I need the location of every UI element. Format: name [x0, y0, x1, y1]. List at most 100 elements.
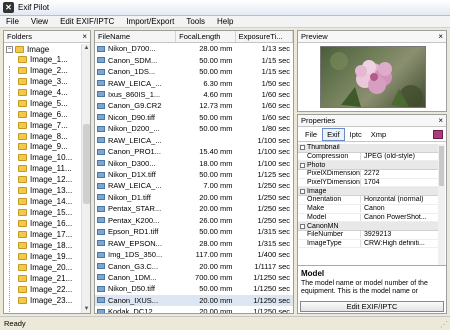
folders-close-icon[interactable]: ×: [82, 32, 87, 41]
table-row[interactable]: Nikon_D1X.tiff 50.00 mm 1/125 sec: [95, 169, 293, 180]
table-row[interactable]: Canon_1DS... 50.00 mm 1/15 sec: [95, 66, 293, 77]
folders-scrollbar[interactable]: ▲ ▼: [81, 44, 90, 313]
collapse-icon[interactable]: [300, 188, 305, 194]
property-row[interactable]: Orientation Horizontal (normal): [298, 196, 438, 205]
scroll-up-icon[interactable]: ▲: [82, 44, 90, 53]
collapse-icon[interactable]: [300, 223, 305, 229]
column-focallength[interactable]: FocalLength: [176, 31, 236, 42]
folder-item[interactable]: Image_19...: [4, 251, 82, 262]
table-row[interactable]: Nikon_D50.tiff 50.00 mm 1/1250 sec: [95, 283, 293, 294]
property-row[interactable]: Model Canon PowerShot...: [298, 213, 438, 223]
property-value[interactable]: Canon PowerShot...: [360, 213, 438, 221]
folder-item[interactable]: Image_12...: [4, 174, 82, 185]
property-value[interactable]: 2272: [360, 170, 438, 178]
folder-item[interactable]: Image_5...: [4, 98, 82, 109]
table-row[interactable]: Nikon_D200_... 50.00 mm 1/80 sec: [95, 123, 293, 134]
table-row[interactable]: Pentax_STAR... 20.00 mm 1/250 sec: [95, 203, 293, 214]
table-row[interactable]: Ixus_860IS_1... 4.60 mm 1/60 sec: [95, 89, 293, 100]
menu-edit-exif-iptc[interactable]: Edit EXIF/IPTC: [54, 17, 120, 26]
table-row[interactable]: Canon_PRO1... 15.40 mm 1/100 sec: [95, 146, 293, 157]
tab-xmp[interactable]: Xmp: [367, 129, 390, 140]
folder-item[interactable]: Image_7...: [4, 120, 82, 131]
table-row[interactable]: Nikon_D700... 28.00 mm 1/13 sec: [95, 43, 293, 54]
folder-item[interactable]: Image_10...: [4, 152, 82, 163]
property-value[interactable]: JPEG (old-style): [360, 153, 438, 161]
property-row[interactable]: Make Canon: [298, 205, 438, 214]
resize-grip-icon[interactable]: ⋰: [440, 320, 448, 329]
properties-scroll-thumb[interactable]: [439, 146, 444, 186]
scroll-down-icon[interactable]: ▼: [82, 305, 90, 313]
folder-item[interactable]: Image_22...: [4, 284, 82, 295]
edit-icon[interactable]: [433, 130, 443, 139]
table-row[interactable]: Pentax_K200... 26.00 mm 1/250 sec: [95, 215, 293, 226]
property-value[interactable]: CRW:High definiti...: [360, 239, 438, 247]
menu-view[interactable]: View: [25, 17, 54, 26]
property-section[interactable]: Thumbnail: [298, 144, 438, 153]
table-row[interactable]: Nicon_D90.tiff 50.00 mm 1/60 sec: [95, 112, 293, 123]
folder-item[interactable]: Image_8...: [4, 131, 82, 142]
property-row[interactable]: PixelYDimension 1704: [298, 179, 438, 188]
property-row[interactable]: ImageType CRW:High definiti...: [298, 239, 438, 249]
property-value[interactable]: Canon: [360, 205, 438, 213]
property-section[interactable]: Image: [298, 187, 438, 197]
folder-item[interactable]: Image_11...: [4, 163, 82, 174]
tab-exif[interactable]: Exif: [322, 128, 345, 141]
table-row[interactable]: Canon_G3.C... 20.00 mm 1/1117 sec: [95, 260, 293, 271]
property-section[interactable]: CanonMN: [298, 222, 438, 231]
table-row[interactable]: Nikon_D1.tiff 20.00 mm 1/250 sec: [95, 192, 293, 203]
folder-item[interactable]: Image_21...: [4, 273, 82, 284]
folder-item[interactable]: Image_14...: [4, 196, 82, 207]
property-value[interactable]: 3929213: [360, 231, 438, 239]
menu-help[interactable]: Help: [211, 17, 239, 26]
table-row[interactable]: RAW_EPSON... 28.00 mm 1/315 sec: [95, 237, 293, 248]
table-row[interactable]: Nikon_D300... 18.00 mm 1/100 sec: [95, 157, 293, 168]
tree-root-item[interactable]: − Image: [4, 44, 82, 54]
table-row[interactable]: Canon_1DM... 700.00 mm 1/1250 sec: [95, 272, 293, 283]
property-row[interactable]: PixelXDimension 2272: [298, 170, 438, 179]
property-value[interactable]: Horizontal (normal): [360, 196, 438, 204]
property-value[interactable]: 1704: [360, 179, 438, 187]
property-section[interactable]: Photo: [298, 161, 438, 171]
edit-exif-iptc-button[interactable]: Edit EXIF/IPTC: [300, 301, 444, 312]
folder-item[interactable]: Image_13...: [4, 185, 82, 196]
property-row[interactable]: Compression JPEG (old-style): [298, 153, 438, 162]
folder-item[interactable]: Image_3...: [4, 76, 82, 87]
folder-item[interactable]: Image_15...: [4, 207, 82, 218]
preview-close-icon[interactable]: ×: [438, 32, 443, 41]
table-row[interactable]: Canon_G9.CR2 12.73 mm 1/60 sec: [95, 100, 293, 111]
column-filename[interactable]: FileName: [95, 31, 177, 42]
table-row[interactable]: Img_1DS_350... 117.00 mm 1/400 sec: [95, 249, 293, 260]
table-row[interactable]: RAW_LEICA_... 6.30 mm 1/50 sec: [95, 77, 293, 88]
collapse-icon[interactable]: [300, 162, 305, 168]
collapse-icon[interactable]: [300, 145, 305, 151]
table-row[interactable]: RAW_LEICA_... 1/100 sec: [95, 135, 293, 146]
scroll-thumb[interactable]: [83, 124, 90, 204]
folder-item-label: Image_15...: [30, 208, 73, 218]
menu-import-export[interactable]: Import/Export: [120, 17, 180, 26]
collapse-icon[interactable]: −: [6, 45, 13, 53]
property-row[interactable]: FileNumber 3929213: [298, 231, 438, 240]
folder-item[interactable]: Image_6...: [4, 109, 82, 120]
folder-item[interactable]: Image_23...: [4, 295, 82, 306]
folder-item[interactable]: Image_1...: [4, 54, 82, 65]
folder-item[interactable]: Image_20...: [4, 262, 82, 273]
properties-close-icon[interactable]: ×: [438, 116, 443, 125]
menu-file[interactable]: File: [0, 17, 25, 26]
folder-item[interactable]: Image_17...: [4, 229, 82, 240]
table-row[interactable]: RAW_LEICA_... 7.00 mm 1/250 sec: [95, 180, 293, 191]
table-row[interactable]: Canon_SDM... 50.00 mm 1/15 sec: [95, 54, 293, 65]
column-exposuretime[interactable]: ExposureTi...: [236, 31, 293, 42]
properties-scrollbar[interactable]: [438, 144, 445, 274]
tab-file[interactable]: File: [301, 129, 321, 140]
folder-item[interactable]: Image_2...: [4, 65, 82, 76]
tab-iptc[interactable]: Iptc: [346, 129, 366, 140]
table-row[interactable]: Kodak_DC12... 20.00 mm 1/1250 sec: [95, 306, 293, 313]
folder-item[interactable]: Image_16...: [4, 218, 82, 229]
folder-item[interactable]: Image_18...: [4, 240, 82, 251]
table-row[interactable]: Epson_RD1.tiff 50.00 mm 1/315 sec: [95, 226, 293, 237]
folder-item[interactable]: Image_9...: [4, 142, 82, 153]
cell-focallength: 50.00 mm: [199, 55, 233, 65]
menu-tools[interactable]: Tools: [180, 17, 211, 26]
folder-item[interactable]: Image_4...: [4, 87, 82, 98]
table-row[interactable]: Canon_IXUS... 20.00 mm 1/1250 sec: [95, 294, 293, 307]
